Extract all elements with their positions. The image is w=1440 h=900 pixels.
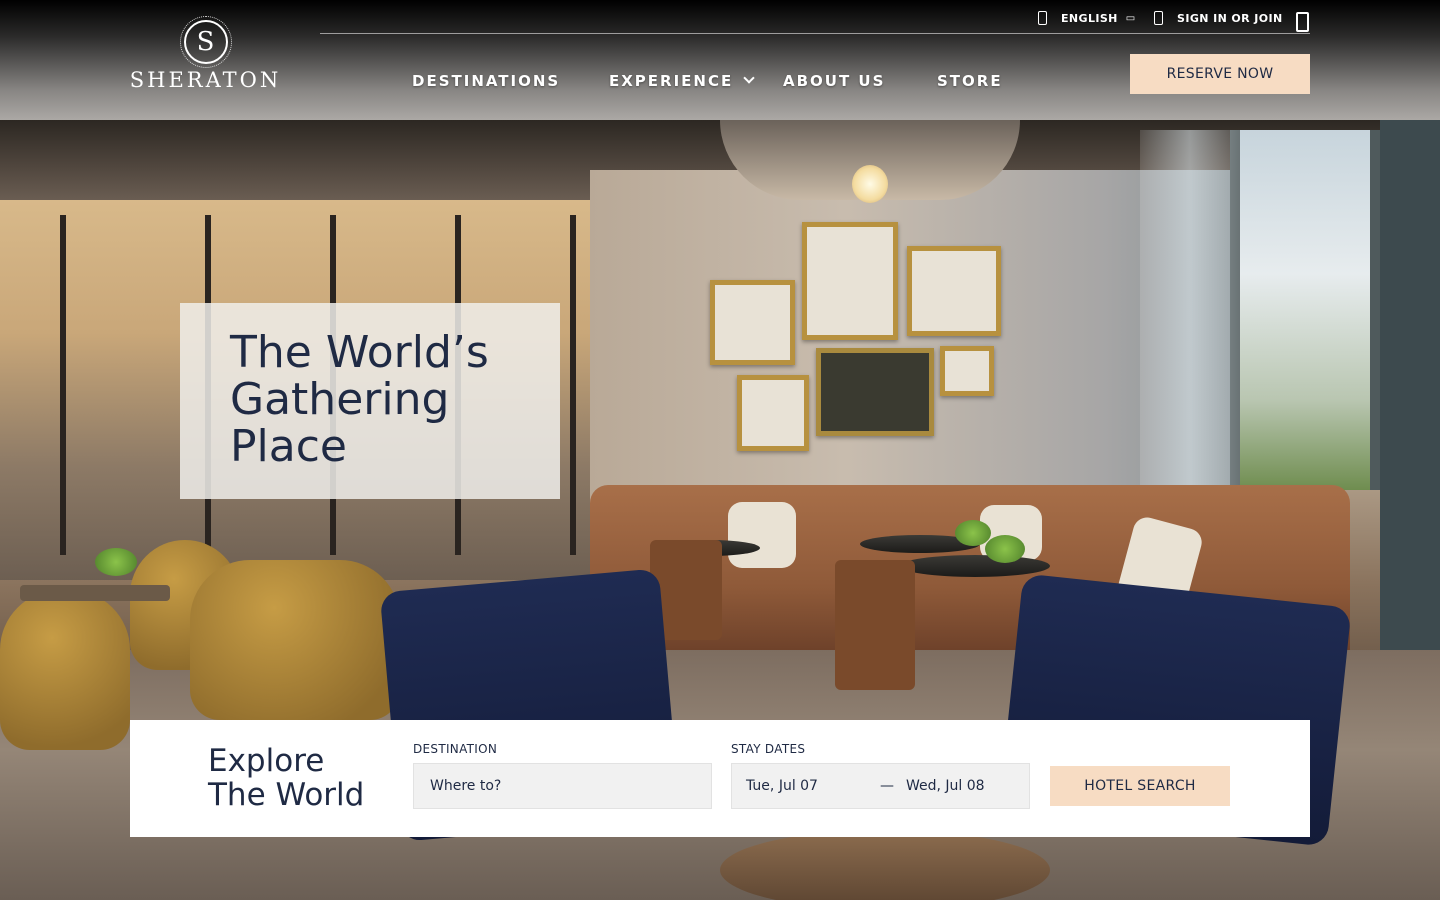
- plant: [985, 535, 1025, 563]
- headline-line: The World’s: [230, 327, 489, 378]
- explore-heading: Explore The World: [208, 744, 364, 812]
- side-table: [20, 585, 170, 601]
- curtain: [1140, 130, 1240, 530]
- stay-dates-label: STAY DATES: [731, 742, 806, 756]
- glass-partition: [570, 215, 576, 555]
- check-out-date[interactable]: Wed, Jul 08: [906, 778, 985, 794]
- nav-store[interactable]: STORE: [937, 72, 1003, 90]
- dates-separator: —: [880, 778, 894, 794]
- lounge-chair: [0, 590, 130, 750]
- hero-headline-card: The World’s Gathering Place: [180, 303, 560, 499]
- sheraton-logo[interactable]: S SHERATON: [128, 16, 283, 100]
- nav-experience[interactable]: EXPERIENCE: [609, 72, 755, 90]
- explore-line: Explore: [208, 743, 325, 779]
- wall-art: [816, 348, 934, 436]
- window: [1230, 130, 1380, 490]
- sign-in-label: SIGN IN OR JOIN: [1177, 11, 1283, 25]
- explore-line: The World: [208, 777, 365, 813]
- nav-destinations[interactable]: DESTINATIONS: [412, 72, 560, 90]
- coffee-table: [720, 830, 1050, 900]
- logo-emblem-icon: S: [179, 16, 232, 68]
- plant: [95, 548, 137, 576]
- language-selector[interactable]: ENGLISH ▭: [1038, 11, 1136, 25]
- wood-chair: [835, 560, 915, 690]
- glass-partition: [60, 215, 66, 555]
- side-wall: [1380, 120, 1440, 740]
- chevron-down-icon: [743, 72, 755, 84]
- nav-about-us[interactable]: ABOUT US: [783, 72, 885, 90]
- lounge-chair: [190, 560, 400, 720]
- user-icon: [1154, 11, 1163, 25]
- stay-dates-field[interactable]: Tue, Jul 07 — Wed, Jul 08: [731, 763, 1030, 809]
- globe-icon: [1038, 11, 1047, 25]
- nav-label: EXPERIENCE: [609, 72, 734, 90]
- light-bulb: [852, 165, 888, 203]
- chevron-down-icon: ▭: [1125, 12, 1136, 24]
- logo-wordmark: SHERATON: [129, 68, 282, 92]
- plant: [955, 520, 991, 546]
- hero-headline: The World’s Gathering Place: [230, 329, 550, 470]
- header-divider: [320, 33, 1310, 34]
- site-header: S SHERATON ENGLISH ▭ SIGN IN OR JOIN DES…: [0, 0, 1440, 120]
- nav-label: STORE: [937, 72, 1003, 90]
- pillow: [728, 502, 796, 568]
- table: [900, 555, 1050, 577]
- hotel-search-button[interactable]: HOTEL SEARCH: [1050, 766, 1230, 806]
- sign-in-link[interactable]: SIGN IN OR JOIN: [1154, 11, 1283, 25]
- wall-art: [802, 222, 898, 340]
- wall-art: [710, 280, 795, 365]
- hotel-search-bar: Explore The World DESTINATION STAY DATES…: [130, 720, 1310, 837]
- destination-input[interactable]: [428, 777, 711, 795]
- wall-art: [907, 246, 1001, 336]
- language-label: ENGLISH: [1061, 11, 1118, 25]
- reserve-now-button[interactable]: RESERVE NOW: [1130, 54, 1310, 94]
- nav-label: ABOUT US: [783, 72, 886, 90]
- destination-label: DESTINATION: [413, 742, 498, 756]
- wall-art: [737, 375, 809, 451]
- headline-line: Place: [230, 421, 347, 472]
- check-in-date[interactable]: Tue, Jul 07: [746, 778, 880, 794]
- shopping-bag-icon[interactable]: [1296, 12, 1309, 32]
- wall-art: [940, 346, 994, 396]
- headline-line: Gathering: [230, 374, 450, 425]
- destination-field[interactable]: [413, 763, 712, 809]
- nav-label: DESTINATIONS: [412, 72, 561, 90]
